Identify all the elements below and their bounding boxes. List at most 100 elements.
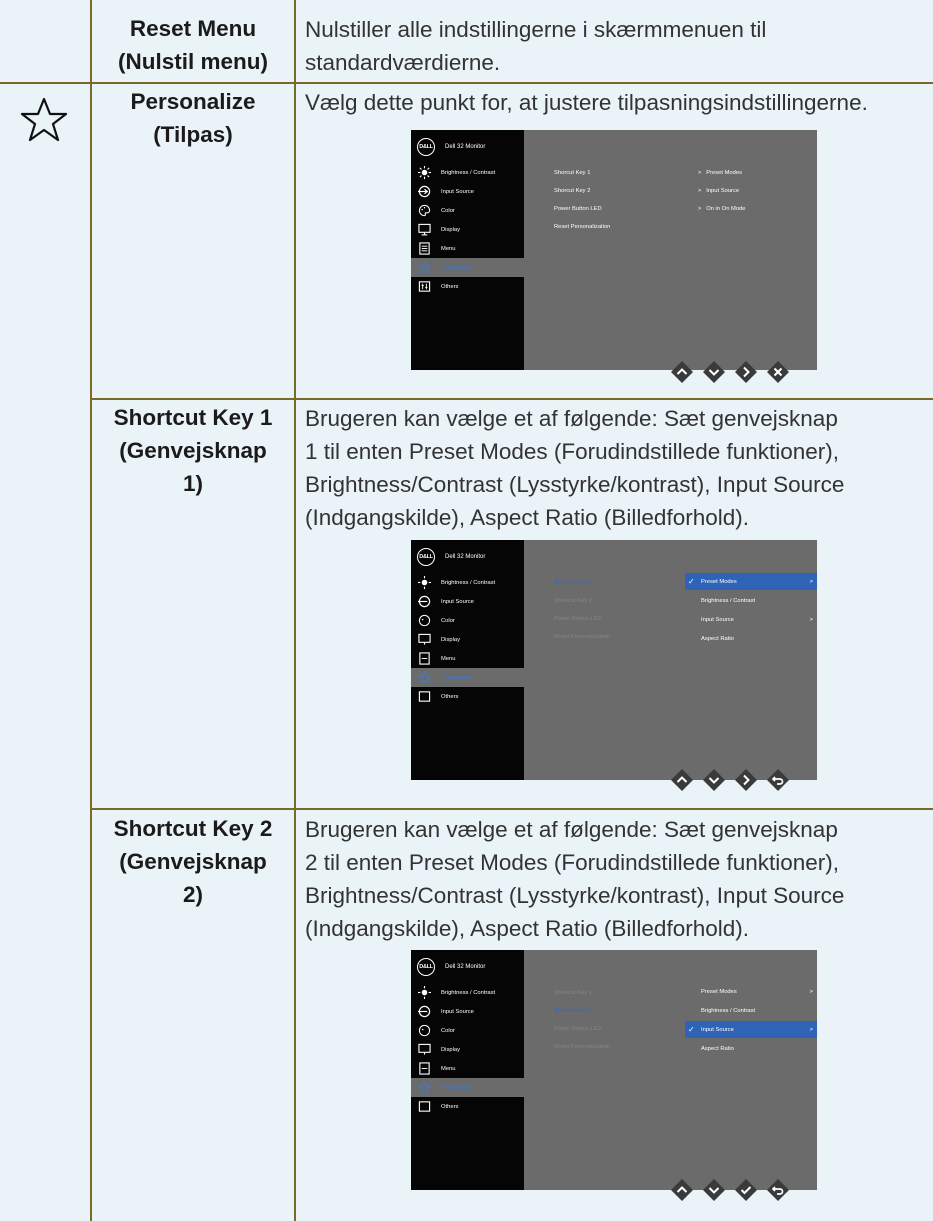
dell-logo: D&LL: [417, 958, 435, 976]
chevron-right-icon: >: [809, 578, 813, 585]
osd-item-personalize[interactable]: Personalize: [411, 1078, 524, 1097]
osd-sub-power-button-led[interactable]: Power Button LED: [554, 206, 602, 212]
check-icon[interactable]: [734, 1178, 758, 1202]
down-icon[interactable]: [702, 1178, 726, 1202]
star-outline-icon: [20, 97, 68, 142]
osd-title: Dell 32 Monitor: [445, 554, 486, 560]
osd-screen-shortcut-key-1: D&LL Dell 32 Monitor Brightness / Contra…: [411, 540, 817, 780]
osd-option-preset-modes[interactable]: Preset Modes >: [685, 983, 817, 1000]
sun-icon: [417, 986, 431, 1000]
osd-option-brightness-contrast[interactable]: Brightness / Contrast: [685, 1002, 817, 1019]
right-icon[interactable]: [734, 360, 758, 384]
osd-item-display[interactable]: Display: [411, 220, 524, 239]
osd-buttons-shortcut-key-1: [670, 768, 790, 792]
input-icon: [417, 595, 431, 609]
osd-item-brightness[interactable]: Brightness / Contrast: [411, 573, 524, 592]
check-icon: ✓: [688, 577, 695, 586]
osd-sub-shortcut-key-2[interactable]: Shortcut Key 2: [554, 1008, 592, 1014]
osd-menu-panel: D&LL Dell 32 Monitor Brightness / Contra…: [411, 130, 524, 370]
osd-item-display[interactable]: Display: [411, 630, 524, 649]
up-icon[interactable]: [670, 1178, 694, 1202]
row-divider: [0, 82, 933, 84]
osd-sub-shortcut-key-1[interactable]: Shortcut Key 1: [554, 580, 592, 586]
row-divider: [90, 808, 933, 810]
osd-item-others[interactable]: Others: [411, 1097, 524, 1116]
sun-icon: [417, 166, 431, 180]
osd-sub-shortcut-key-1[interactable]: Shortcut Key 1: [554, 990, 592, 996]
osd-option-input-source[interactable]: Input Source >: [685, 611, 817, 628]
osd-sub-reset-personalization[interactable]: Reset Personalization: [554, 224, 610, 230]
star-icon: [417, 1081, 431, 1095]
osd-item-display[interactable]: Display: [411, 1040, 524, 1059]
menu-icon: [417, 652, 431, 666]
osd-option-aspect-ratio[interactable]: Aspect Ratio: [685, 1040, 817, 1057]
close-icon[interactable]: [766, 360, 790, 384]
osd-menu-panel: D&LL Dell 32 Monitor Brightness / Contra…: [411, 540, 524, 780]
osd-screen-personalize: D&LL Dell 32 Monitor Brightness / Contra…: [411, 130, 817, 370]
osd-item-input-source[interactable]: Input Source: [411, 1002, 524, 1021]
osd-item-brightness[interactable]: Brightness / Contrast: [411, 163, 524, 182]
input-icon: [417, 185, 431, 199]
osd-item-color[interactable]: Color: [411, 1021, 524, 1040]
others-icon: [417, 690, 431, 704]
shortcut-key-2-description: Brugeren kan vælge et af følgende: Sæt g…: [305, 817, 845, 941]
back-icon[interactable]: [766, 1178, 790, 1202]
down-icon[interactable]: [702, 360, 726, 384]
menu-icon: [417, 1062, 431, 1076]
osd-item-menu[interactable]: Menu: [411, 239, 524, 258]
osd-sub-shortcut-key-2[interactable]: Shorcut Key 2: [554, 188, 590, 194]
shortcut-key-2-label: Shortcut Key 2 (Genvejsknap 2): [113, 816, 273, 907]
osd-sub-power-button-led[interactable]: Power Button LED: [554, 1026, 602, 1032]
reset-menu-label: Reset Menu (Nulstil menu): [118, 16, 268, 74]
chevron-right-icon: >: [809, 1026, 813, 1033]
osd-title: Dell 32 Monitor: [445, 144, 486, 150]
up-icon[interactable]: [670, 768, 694, 792]
input-icon: [417, 1005, 431, 1019]
osd-sub-reset-personalization[interactable]: Reset Personalization: [554, 1044, 610, 1050]
shortcut-key-1-label: Shortcut Key 1 (Genvejsknap 1): [113, 405, 273, 496]
osd-item-brightness[interactable]: Brightness / Contrast: [411, 983, 524, 1002]
osd-item-color[interactable]: Color: [411, 611, 524, 630]
osd-sub-shortcut-key-1[interactable]: Shorcut Key 1: [554, 170, 590, 176]
menu-icon: [417, 242, 431, 256]
osd-value-shortcut-key-2: > Input Source: [698, 188, 740, 194]
osd-sub-power-button-led[interactable]: Power Button LED: [554, 616, 602, 622]
osd-item-others[interactable]: Others: [411, 687, 524, 706]
osd-item-menu[interactable]: Menu: [411, 649, 524, 668]
personalize-label: Personalize (Tilpas): [130, 89, 256, 147]
palette-icon: [417, 614, 431, 628]
osd-sub-reset-personalization[interactable]: Reset Personalization: [554, 634, 610, 640]
osd-option-input-source[interactable]: ✓ Input Source >: [685, 1021, 817, 1038]
up-icon[interactable]: [670, 360, 694, 384]
osd-item-others[interactable]: Others: [411, 277, 524, 296]
others-icon: [417, 280, 431, 294]
chevron-right-icon: >: [809, 616, 813, 623]
osd-option-preset-modes[interactable]: ✓ Preset Modes >: [685, 573, 817, 590]
dell-logo: D&LL: [417, 548, 435, 566]
personalize-description: Vælg dette punkt for, at justere tilpasn…: [305, 90, 868, 115]
osd-option-brightness-contrast[interactable]: Brightness / Contrast: [685, 592, 817, 609]
down-icon[interactable]: [702, 768, 726, 792]
osd-value-power-button-led: > On in On Mode: [698, 206, 746, 212]
osd-title: Dell 32 Monitor: [445, 964, 486, 970]
osd-item-color[interactable]: Color: [411, 201, 524, 220]
table-border-left: [90, 0, 92, 1221]
osd-item-input-source[interactable]: Input Source: [411, 592, 524, 611]
osd-item-input-source[interactable]: Input Source: [411, 182, 524, 201]
osd-item-personalize[interactable]: Personalize: [411, 668, 524, 687]
back-icon[interactable]: [766, 768, 790, 792]
table-border-middle: [294, 0, 296, 1221]
osd-sub-shortcut-key-2[interactable]: Shortcut Key 2: [554, 598, 592, 604]
osd-option-aspect-ratio[interactable]: Aspect Ratio: [685, 630, 817, 647]
osd-item-personalize[interactable]: Personalize: [411, 258, 524, 277]
osd-item-menu[interactable]: Menu: [411, 1059, 524, 1078]
monitor-icon: [417, 223, 431, 237]
osd-screen-shortcut-key-2: D&LL Dell 32 Monitor Brightness / Contra…: [411, 950, 817, 1190]
star-icon: [417, 671, 431, 685]
palette-icon: [417, 204, 431, 218]
right-icon[interactable]: [734, 768, 758, 792]
chevron-right-icon: >: [809, 988, 813, 995]
row-divider: [90, 398, 933, 400]
palette-icon: [417, 1024, 431, 1038]
monitor-icon: [417, 1043, 431, 1057]
